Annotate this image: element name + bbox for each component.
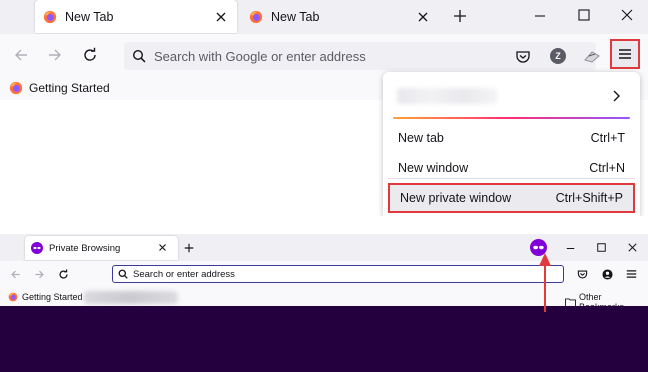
url-bar-placeholder: Search with Google or enter address <box>154 48 366 64</box>
bookmark-label: Getting Started <box>29 81 110 95</box>
menu-item-shortcut: Ctrl+N <box>589 161 625 175</box>
menu-item-label: New window <box>398 161 469 175</box>
search-icon <box>132 49 146 63</box>
maximize-icon[interactable] <box>597 243 606 252</box>
bookmark-getting-started[interactable]: Getting Started <box>9 81 110 95</box>
app-menu-button[interactable] <box>610 39 640 69</box>
minimize-icon[interactable] <box>534 10 546 22</box>
account-avatar[interactable]: Z <box>550 48 566 64</box>
pocket-icon[interactable] <box>577 269 588 280</box>
hamburger-menu-icon <box>618 48 632 60</box>
new-tab-plus-icon[interactable] <box>453 9 467 23</box>
menu-item-shortcut: Ctrl+Shift+P <box>555 191 623 205</box>
account-separator <box>393 117 630 119</box>
close-tab-icon[interactable] <box>417 11 429 23</box>
account-icon[interactable] <box>602 269 613 280</box>
firefox-logo-icon <box>8 292 18 302</box>
firefox-logo-icon <box>249 10 263 24</box>
firefox-logo-icon <box>43 10 57 24</box>
private-browsing-page <box>0 306 648 372</box>
menu-item-new-tab[interactable]: New tab Ctrl+T <box>388 124 635 152</box>
tab-label: New Tab <box>65 9 114 24</box>
url-bar[interactable]: Search or enter address <box>112 265 564 283</box>
back-icon[interactable] <box>10 269 21 280</box>
menu-item-new-private-window[interactable]: New private window Ctrl+Shift+P <box>388 183 635 213</box>
tab-label: New Tab <box>271 9 320 24</box>
tab-new-tab-1[interactable]: New Tab <box>35 0 237 33</box>
close-tab-icon[interactable] <box>158 243 167 252</box>
private-browsing-icon <box>31 242 43 254</box>
close-tab-icon[interactable] <box>215 11 227 23</box>
maximize-icon[interactable] <box>578 9 590 21</box>
chevron-right-icon <box>611 90 621 102</box>
url-bar-placeholder: Search or enter address <box>133 268 235 280</box>
blurred-account-info <box>397 88 497 104</box>
blurred-bookmarks <box>84 291 178 304</box>
menu-item-label: New private window <box>400 191 512 205</box>
app-menu-panel: New tab Ctrl+T New window Ctrl+N New pri… <box>383 72 640 220</box>
forward-icon[interactable] <box>34 269 45 280</box>
firefox-logo-icon <box>9 81 23 95</box>
close-window-icon[interactable] <box>621 9 633 21</box>
bookmark-getting-started[interactable]: Getting Started <box>8 292 83 302</box>
new-tab-plus-icon[interactable] <box>184 243 194 253</box>
tab-label: Private Browsing <box>49 242 121 254</box>
tab-private-browsing[interactable]: Private Browsing <box>25 236 178 260</box>
bookmark-label: Getting Started <box>22 292 83 302</box>
account-row[interactable] <box>383 72 640 120</box>
search-icon <box>118 269 128 279</box>
back-icon[interactable] <box>11 45 31 65</box>
tab-new-tab-2[interactable]: New Tab <box>241 0 441 33</box>
pocket-icon[interactable] <box>515 49 531 65</box>
minimize-icon[interactable] <box>566 244 575 253</box>
reload-icon[interactable] <box>58 269 69 280</box>
reload-icon[interactable] <box>80 45 100 65</box>
annotation-arrow-icon <box>539 253 551 312</box>
hamburger-menu-icon[interactable] <box>626 269 637 279</box>
menu-item-label: New tab <box>398 131 444 145</box>
menu-item-shortcut: Ctrl+T <box>590 131 625 145</box>
menu-separator <box>388 178 635 179</box>
screenshot-divider <box>0 216 648 234</box>
close-window-icon[interactable] <box>628 243 637 252</box>
forward-icon[interactable] <box>45 45 65 65</box>
extension-icon[interactable] <box>583 48 601 64</box>
tab-strip: New Tab New Tab <box>0 0 648 34</box>
